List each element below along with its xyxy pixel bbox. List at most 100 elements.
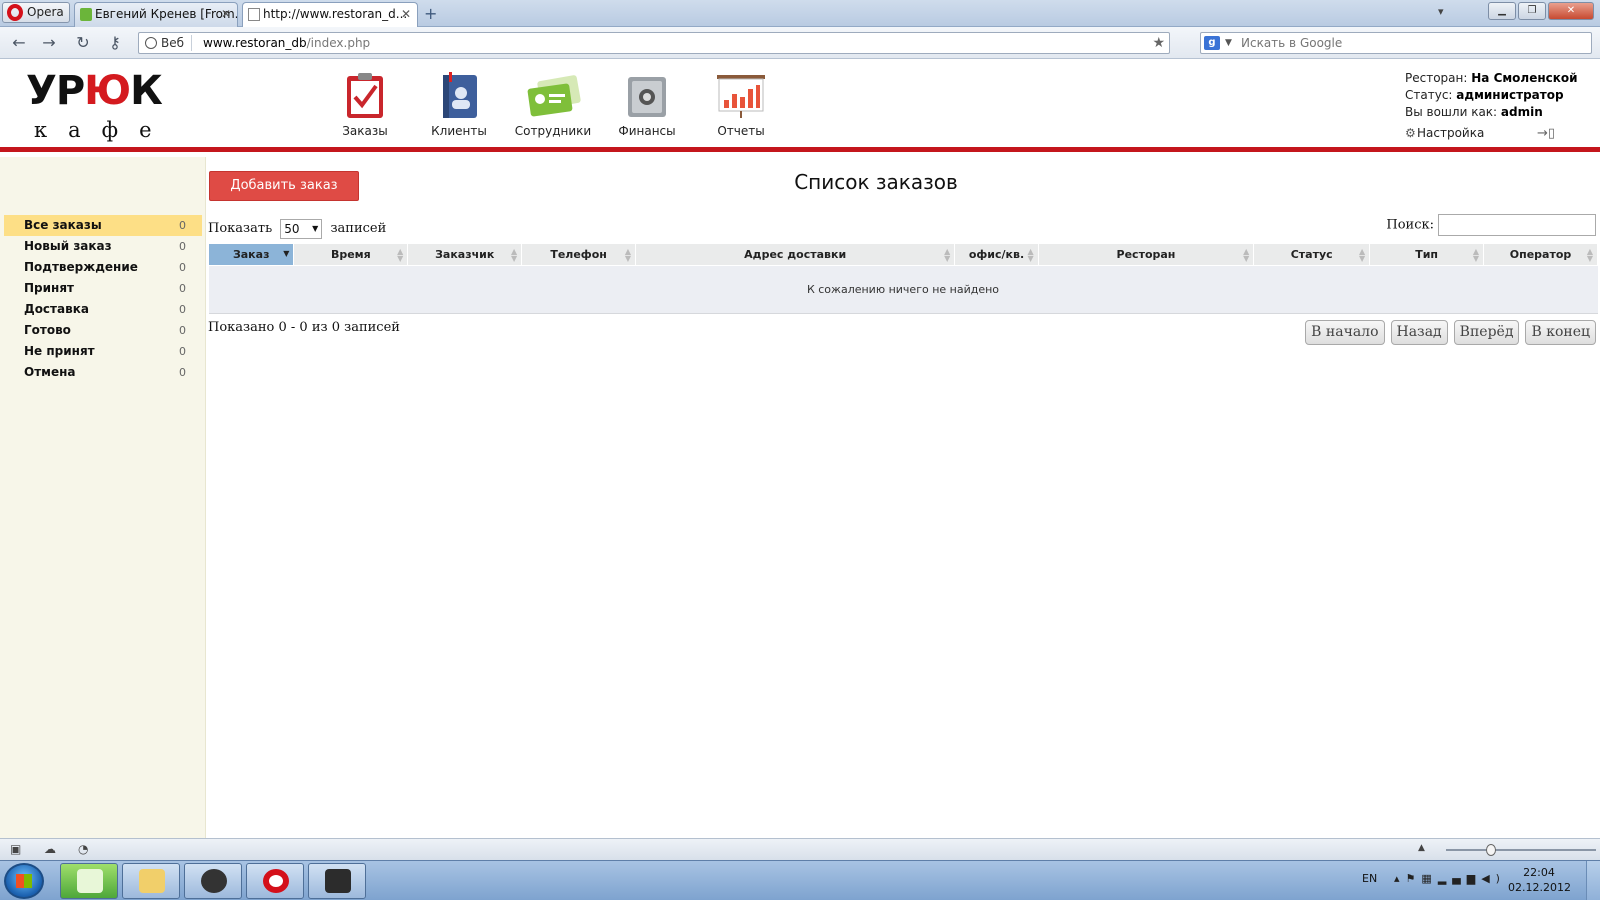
panel-toggle-icon[interactable]: ▣ (10, 842, 21, 856)
minimize-icon[interactable]: ▁ (1488, 2, 1516, 20)
pagination: В начало Назад Вперёд В конец (1305, 320, 1596, 345)
column-header-time[interactable]: Время ▲ ▼ (293, 243, 409, 266)
module-finance[interactable]: Финансы (600, 72, 694, 138)
sidebar-item-new-order[interactable]: Новый заказ 0 (4, 236, 202, 257)
column-header-status[interactable]: Статус ▲ ▼ (1253, 243, 1371, 266)
logout-door-icon[interactable]: →▯ (1537, 125, 1555, 142)
table-search-control: Поиск: (1386, 214, 1596, 237)
column-header-office[interactable]: офис/кв. ▲ ▼ (954, 243, 1039, 266)
window-close-icon[interactable]: ✕ (1548, 2, 1594, 20)
input-language[interactable]: EN (1362, 872, 1377, 885)
close-icon[interactable]: ✕ (221, 3, 231, 26)
taskbar-app-explorer[interactable] (122, 863, 180, 899)
sidebar-item-accepted[interactable]: Принят 0 (4, 278, 202, 299)
web-zone-badge[interactable]: Веб (145, 33, 184, 53)
status-up-arrow-icon[interactable]: ▲ (1418, 843, 1425, 853)
sidebar-item-delivery[interactable]: Доставка 0 (4, 299, 202, 320)
bookmark-star-icon[interactable]: ★ (1152, 33, 1165, 53)
zoom-slider[interactable] (1446, 844, 1596, 856)
tray-icons: ▴⚑▦▂▄▆◀) (1394, 872, 1504, 885)
start-button[interactable] (4, 863, 44, 899)
cloud-icon[interactable]: ☁ (44, 842, 56, 856)
clock-date: 02.12.2012 (1508, 881, 1571, 894)
google-icon[interactable]: g (1204, 36, 1220, 50)
reload-icon[interactable]: ↻ (72, 33, 94, 53)
first-page-button[interactable]: В начало (1305, 320, 1385, 345)
clock-time: 22:04 (1523, 866, 1555, 879)
close-icon[interactable]: ✕ (401, 3, 411, 26)
url-text[interactable]: www.restoran_db/index.php (203, 33, 370, 53)
opera-logo-icon (263, 869, 289, 893)
prev-page-button[interactable]: Назад (1390, 320, 1448, 345)
tray-expand-icon[interactable]: ▴ (1394, 872, 1406, 885)
module-orders[interactable]: Заказы (318, 72, 412, 138)
back-arrow-icon[interactable]: ← (8, 33, 30, 53)
search-engine-chevron-down-icon[interactable]: ▼ (1225, 33, 1232, 53)
user-info-panel: Ресторан: На Смоленской Статус: админист… (1405, 70, 1578, 142)
item-count: 0 (179, 345, 186, 358)
gear-icon: ⚙ (1405, 126, 1416, 140)
forward-arrow-icon[interactable]: → (38, 33, 60, 53)
user-login: admin (1500, 105, 1543, 119)
column-header-operator[interactable]: Оператор ▲ ▼ (1483, 243, 1598, 266)
sort-icon: ▲ ▼ (1243, 247, 1250, 263)
tray-device-icon[interactable]: ▦ (1421, 872, 1437, 885)
sidebar-item-confirmation[interactable]: Подтверждение 0 (4, 257, 202, 278)
sidebar-item-all-orders[interactable]: Все заказы 0 (4, 215, 202, 236)
column-header-restaurant[interactable]: Ресторан ▲ ▼ (1037, 243, 1255, 266)
new-tab-plus-icon[interactable]: + (424, 4, 437, 23)
tray-flag-icon[interactable]: ⚑ (1406, 872, 1422, 885)
chat-app-icon (77, 869, 103, 893)
taskbar-app-steam[interactable] (308, 863, 366, 899)
web-search-input[interactable] (1241, 33, 1581, 53)
browser-tab-chat[interactable]: Евгений Кренев [From... ✕ (74, 2, 238, 27)
add-order-button[interactable]: Добавить заказ (209, 171, 359, 201)
opera-menu-button[interactable]: Opera (2, 2, 70, 23)
taskbar-app-sql[interactable] (184, 863, 242, 899)
browser-tab-restoran[interactable]: http://www.restoran_d... ✕ (242, 2, 418, 27)
key-icon[interactable]: ⚷ (104, 33, 126, 53)
column-header-order[interactable]: Заказ ▼ (207, 243, 295, 266)
system-clock[interactable]: 22:04 02.12.2012 (1508, 865, 1571, 895)
column-header-customer[interactable]: Заказчик ▲ ▼ (407, 243, 523, 266)
zoom-slider-handle[interactable] (1486, 844, 1496, 856)
sidebar-item-not-accepted[interactable]: Не принят 0 (4, 341, 202, 362)
turbo-gauge-icon[interactable]: ◔ (78, 842, 88, 856)
settings-label: Настройка (1417, 126, 1485, 140)
module-staff[interactable]: Сотрудники (506, 72, 600, 138)
browser-tab-bar: Opera Евгений Кренев [From... ✕ http://w… (0, 0, 1600, 27)
module-label: Клиенты (431, 124, 487, 138)
show-desktop-button[interactable] (1586, 861, 1600, 900)
url-host: www.restoran_db (203, 36, 307, 50)
module-label: Отчеты (717, 124, 765, 138)
item-count: 0 (179, 240, 186, 253)
sidebar-item-ready[interactable]: Готово 0 (4, 320, 202, 341)
uryuk-logo[interactable]: УРЮК кафе (26, 68, 186, 146)
url-field[interactable]: Веб www.restoran_db/index.php ★ (138, 32, 1170, 54)
sort-icon: ▲ ▼ (624, 247, 632, 263)
module-clients[interactable]: Клиенты (412, 72, 506, 138)
column-header-phone[interactable]: Телефон ▲ ▼ (521, 243, 637, 266)
taskbar-app-opera[interactable] (246, 863, 304, 899)
last-page-button[interactable]: В конец (1525, 320, 1596, 345)
column-header-address[interactable]: Адрес доставки ▲ ▼ (635, 243, 956, 266)
volume-icon[interactable]: ◀) (1481, 872, 1506, 885)
web-search-box[interactable]: g ▼ (1200, 32, 1592, 54)
network-signal-icon[interactable]: ▂▄▆ (1438, 872, 1481, 885)
item-count: 0 (179, 303, 186, 316)
restaurant-line: Ресторан: На Смоленской (1405, 71, 1578, 85)
settings-link[interactable]: ⚙Настройка (1405, 126, 1484, 140)
sidebar-item-cancelled[interactable]: Отмена 0 (4, 362, 202, 383)
column-header-type[interactable]: Тип ▲ ▼ (1369, 243, 1485, 266)
restore-icon[interactable]: ❐ (1518, 2, 1546, 20)
taskbar-app-chat[interactable] (60, 863, 118, 899)
tab-list-chevron-down-icon[interactable]: ▾ (1438, 5, 1444, 18)
table-search-input[interactable] (1438, 214, 1596, 236)
module-reports[interactable]: Отчеты (694, 72, 788, 138)
page-length-select[interactable]: 50 ▼ (280, 218, 323, 239)
length-prefix: Показать (208, 221, 273, 236)
next-page-button[interactable]: Вперёд (1453, 320, 1520, 345)
folder-icon (139, 869, 165, 893)
table-info: Показано 0 - 0 из 0 записей (208, 320, 400, 335)
chat-favicon-icon (80, 8, 92, 21)
